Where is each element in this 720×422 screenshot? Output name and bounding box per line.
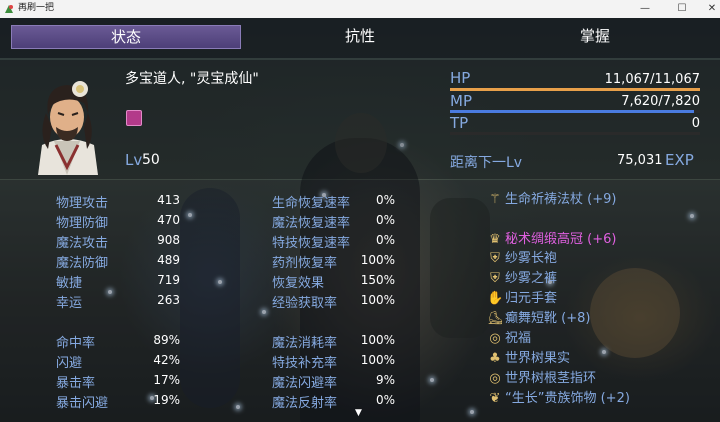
sparam-value: 100% (360, 253, 395, 267)
param-value: 719 (157, 273, 180, 287)
param-value: 470 (157, 213, 180, 227)
sparam-value: 0% (375, 233, 395, 247)
sparam-label: 特技补充率 (272, 356, 338, 371)
xparam-value: 19% (153, 393, 180, 407)
equip-name: 世界树根茎指环 (505, 371, 597, 386)
accessory-icon: ❦ (489, 391, 501, 406)
staff-icon: ⚚ (489, 192, 501, 207)
tab-mastery[interactable]: 掌握 (481, 25, 709, 47)
hp-value: 11,067/11,067 (604, 72, 700, 87)
mp-value: 7,620/7,820 (621, 94, 700, 109)
equip-name: 纱雾长袍 (505, 251, 558, 266)
sparam-value: 100% (360, 353, 395, 367)
status-tabs: 状态 抗性 掌握 (0, 18, 720, 58)
fruit-icon: ♣ (489, 351, 501, 366)
sparam-label: 魔法恢复速率 (272, 216, 351, 231)
sparam-label: 特技恢复速率 (272, 236, 351, 251)
xparam-value: 42% (153, 353, 180, 367)
sparam-value: 100% (360, 333, 395, 347)
robe-icon: ⛨ (490, 251, 500, 266)
tp-gauge (450, 132, 700, 135)
next-level-exp: 75,031 (617, 153, 663, 168)
param-label: 物理攻击 (56, 196, 109, 211)
maximize-button[interactable]: ☐ (667, 0, 697, 18)
level-label: Lv (125, 151, 143, 169)
app-icon (5, 5, 13, 13)
xparam-label: 暴击率 (56, 376, 96, 391)
param-label: 魔法防御 (56, 256, 109, 271)
boots-icon: ⛸ (487, 311, 504, 326)
window-title: 再刷一把 (18, 3, 55, 13)
tab-resistance[interactable]: 抗性 (246, 25, 474, 47)
next-level-label: 距离下一Lv (450, 155, 523, 171)
equip-name: 秘术绸缎高冠 (+6) (505, 232, 617, 247)
equip-name: 癫舞短靴 (+8) (505, 311, 591, 326)
equip-name: “生长”贵族饰物 (+2) (505, 391, 630, 406)
actor-name: 多宝道人, "灵宝成仙" (125, 71, 259, 87)
ring-icon: ◎ (489, 331, 501, 346)
scroll-down-icon[interactable]: ▼ (355, 408, 362, 418)
param-label: 敏捷 (56, 276, 83, 291)
equip-name: 祝福 (505, 331, 532, 346)
sparam-label: 生命恢复速率 (272, 196, 351, 211)
tab-status[interactable]: 状态 (11, 25, 241, 49)
exp-unit: EXP (665, 151, 694, 169)
status-window: 状态 抗性 掌握 多宝道人, "灵宝成仙" Lv 50 HP 11,067/11… (0, 18, 720, 422)
hp-label: HP (450, 69, 471, 87)
tp-value: 0 (691, 116, 700, 131)
sparam-value: 150% (360, 273, 395, 287)
param-label: 物理防御 (56, 216, 109, 231)
equip-name: 归元手套 (505, 291, 558, 306)
sparam-label: 药剂恢复率 (272, 256, 338, 271)
param-value: 263 (157, 293, 180, 307)
xparam-value: 89% (153, 333, 180, 347)
mp-gauge-fill (450, 110, 694, 113)
param-value: 908 (157, 233, 180, 247)
mp-label: MP (450, 92, 472, 110)
xparam-value: 17% (153, 373, 180, 387)
sparam-label: 魔法反射率 (272, 396, 338, 411)
ring-icon: ◎ (489, 371, 501, 386)
hp-gauge (450, 88, 700, 91)
sparam-label: 恢复效果 (272, 276, 325, 291)
window-titlebar: 再刷一把 — ☐ ✕ (0, 0, 720, 19)
equip-name: 世界树果实 (505, 351, 571, 366)
sparam-value: 0% (375, 193, 395, 207)
actor-portrait (38, 81, 98, 175)
close-button[interactable]: ✕ (697, 0, 720, 18)
level-value: 50 (142, 152, 160, 168)
sparam-label: 经验获取率 (272, 296, 338, 311)
minimize-button[interactable]: — (630, 0, 660, 18)
sparam-value: 0% (375, 393, 395, 407)
glove-icon: ✋ (487, 291, 504, 306)
param-value: 413 (157, 193, 180, 207)
sparam-value: 0% (375, 213, 395, 227)
magic-state-icon (126, 110, 142, 126)
xparam-label: 命中率 (56, 336, 96, 351)
param-label: 幸运 (56, 296, 83, 311)
crown-icon: ♛ (489, 232, 501, 247)
sparam-label: 魔法闪避率 (272, 376, 338, 391)
pants-icon: ⛨ (490, 271, 500, 286)
xparam-label: 暴击闪避 (56, 396, 109, 411)
sparam-value: 9% (375, 373, 395, 387)
sparam-label: 魔法消耗率 (272, 336, 338, 351)
param-value: 489 (157, 253, 180, 267)
param-label: 魔法攻击 (56, 236, 109, 251)
equip-name: 生命祈祷法杖 (+9) (505, 192, 617, 207)
sparam-value: 100% (360, 293, 395, 307)
mp-gauge (450, 110, 700, 113)
xparam-label: 闪避 (56, 356, 83, 371)
tp-label: TP (450, 114, 469, 132)
equip-name: 纱雾之裤 (505, 271, 558, 286)
hp-gauge-fill (450, 88, 700, 91)
